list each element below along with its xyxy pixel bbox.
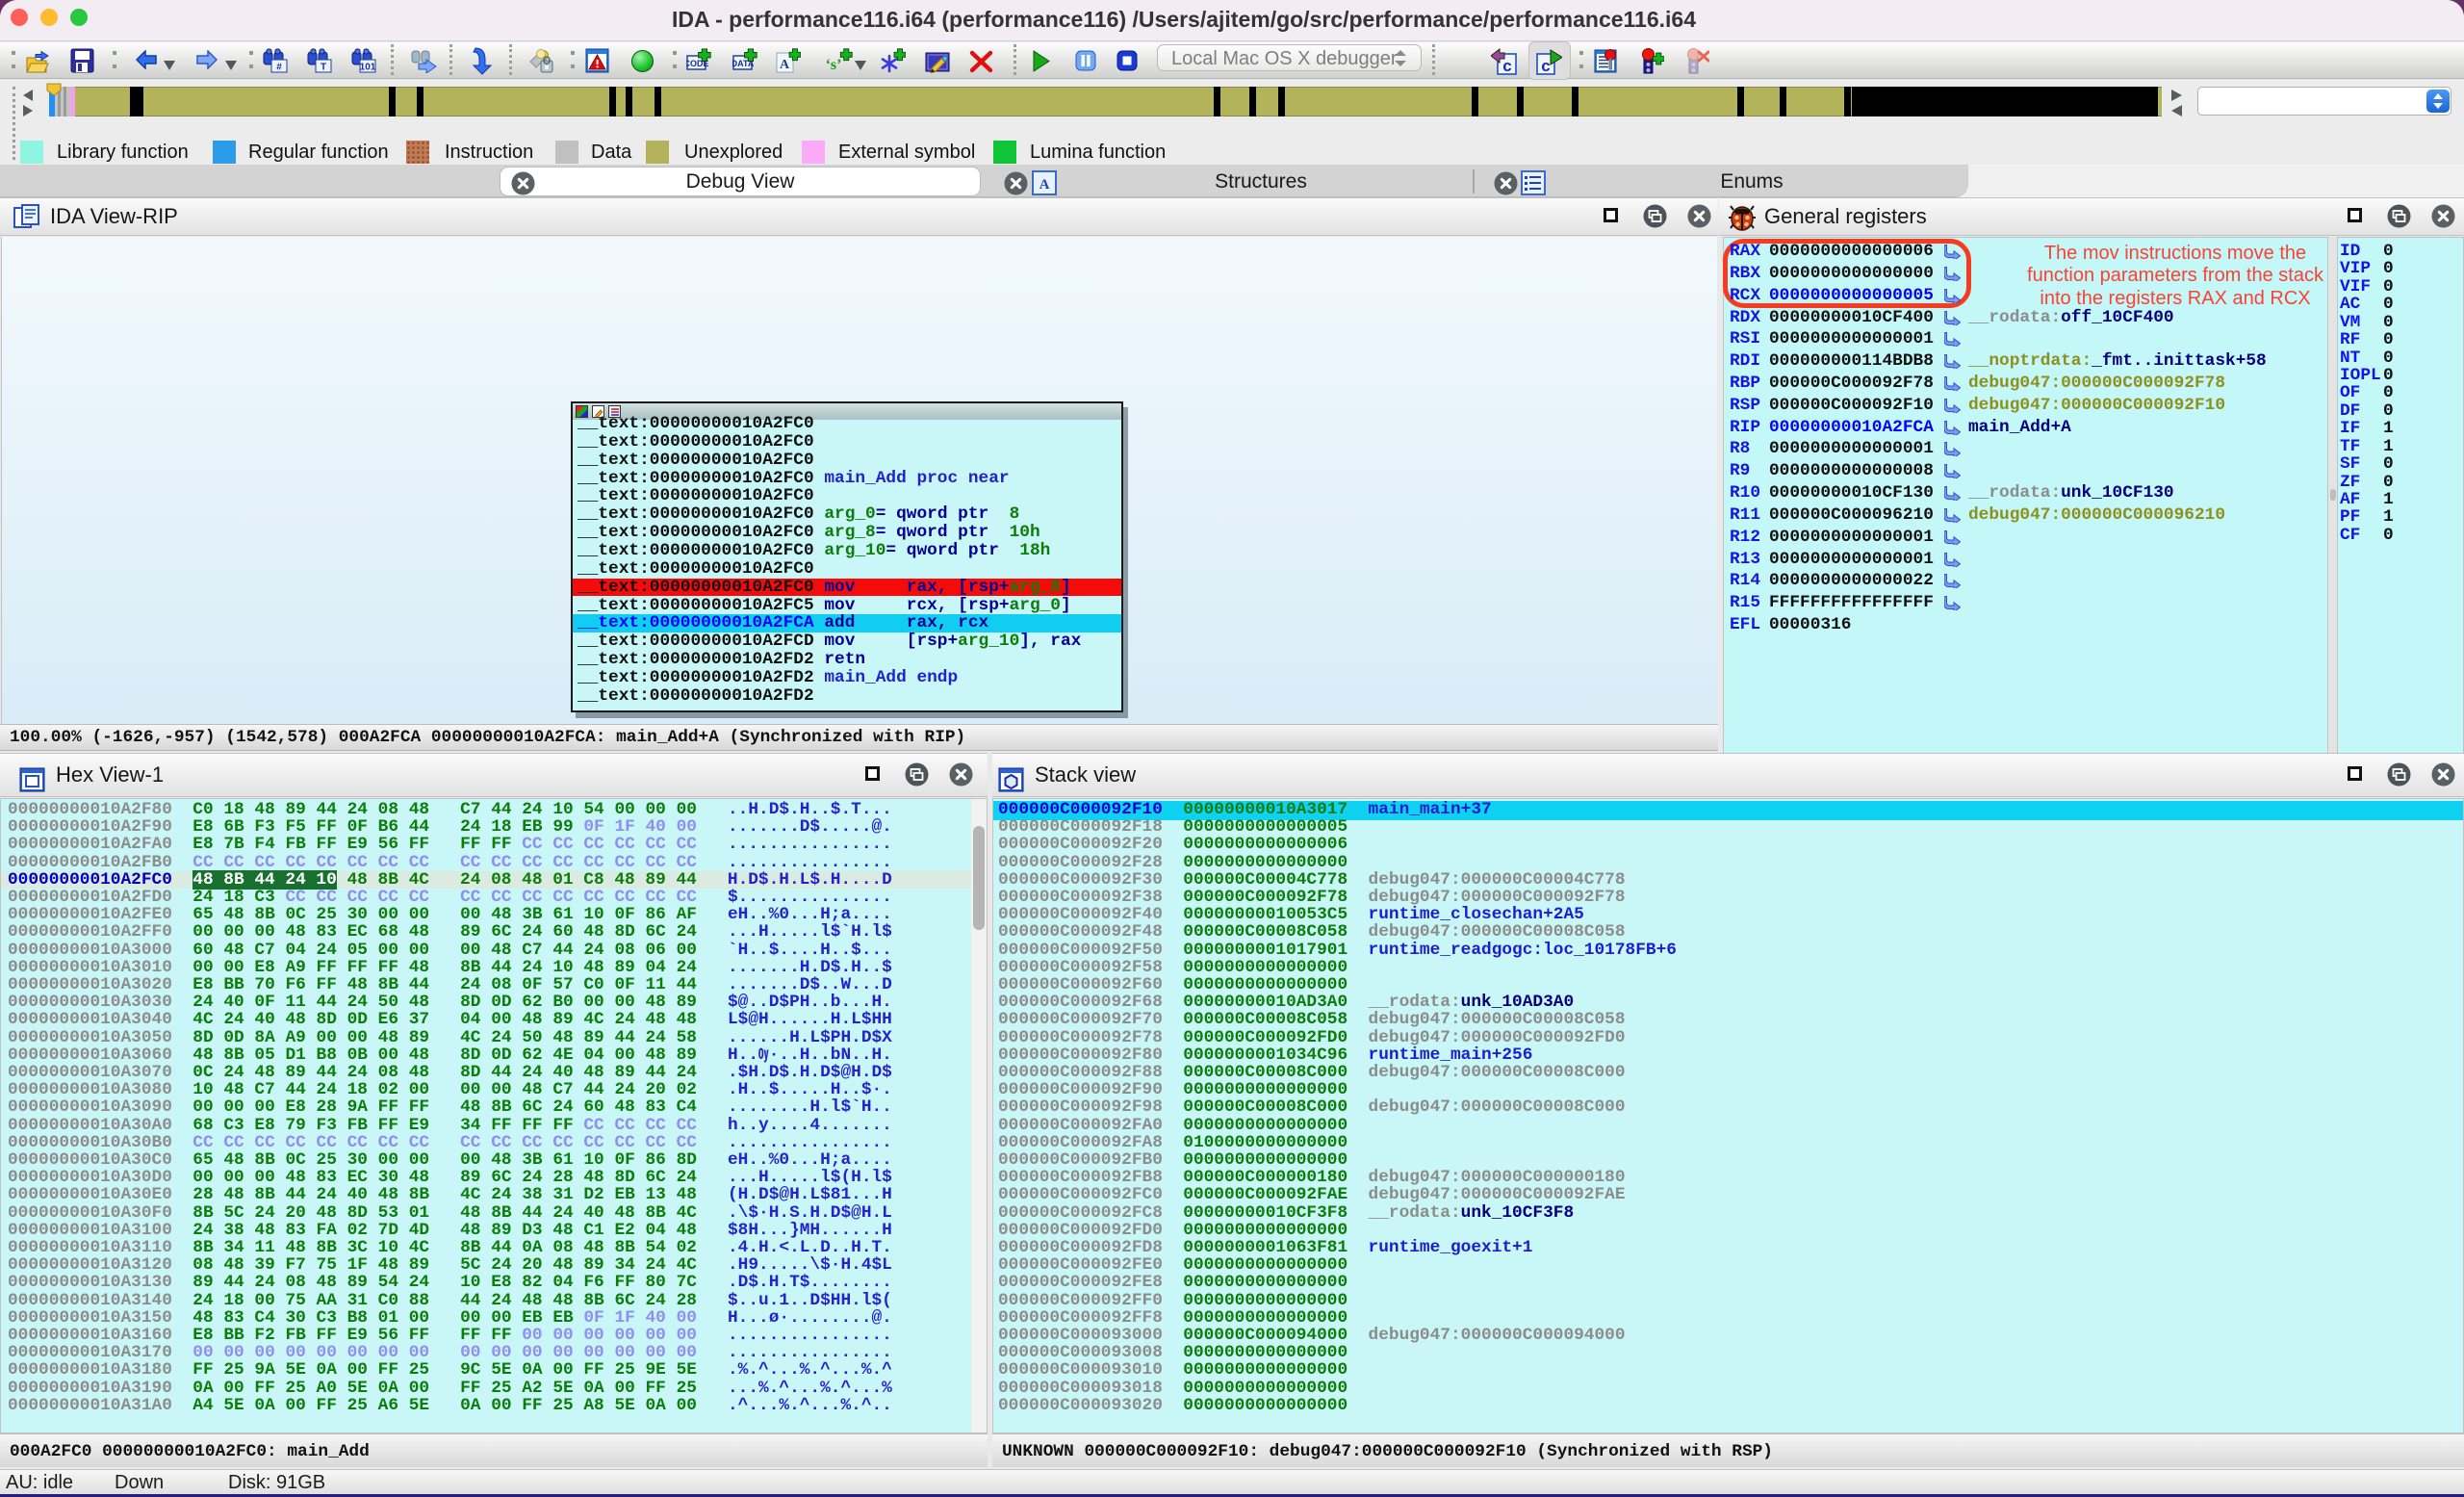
svg-text:#: # — [276, 63, 282, 73]
svg-text:A: A — [1040, 177, 1050, 193]
svg-text:‘s’: ‘s’ — [826, 57, 841, 73]
svg-text:A: A — [780, 58, 790, 72]
svg-text:T: T — [321, 63, 326, 73]
svg-text:101: 101 — [360, 63, 376, 73]
svg-text:c: c — [1502, 57, 1511, 75]
svg-text:c: c — [1541, 57, 1550, 75]
